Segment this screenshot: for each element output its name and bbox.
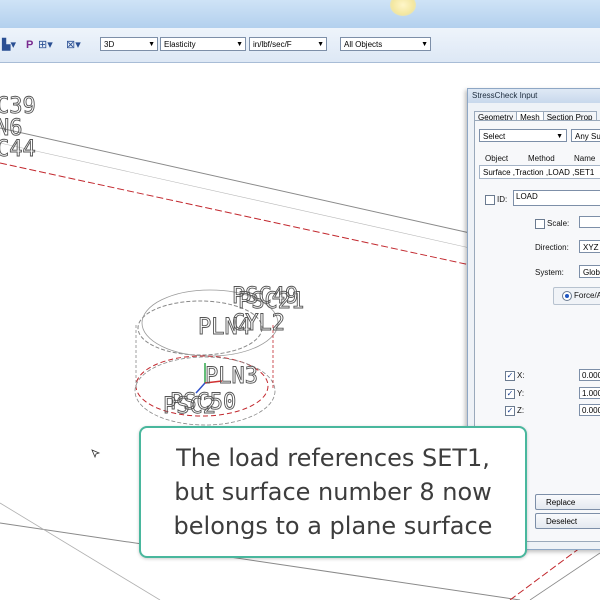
direction-label: Direction: bbox=[535, 243, 569, 252]
radio-dot-icon bbox=[565, 294, 569, 298]
force-radio-label: Force/A bbox=[574, 291, 600, 300]
system-label: System: bbox=[535, 268, 564, 277]
chart-icon[interactable]: ▙▾ bbox=[2, 39, 16, 51]
id-input[interactable]: LOAD bbox=[513, 190, 600, 206]
caption-line-3: belongs to a plane surface bbox=[173, 512, 493, 540]
toolbar: ▙▾ P ⊞▾ ⊠▾ 3D ▼ Elasticity ▼ in/lbf/sec/F ▼… bbox=[0, 28, 600, 63]
units-combo[interactable]: in/lbf/sec/F ▼ bbox=[249, 37, 327, 51]
scale-label: Scale: bbox=[547, 219, 570, 228]
filter-icon[interactable]: ⊠▾ bbox=[66, 39, 81, 51]
z-label: Z: bbox=[517, 406, 525, 415]
analysis-combo[interactable]: Elasticity ▼ bbox=[160, 37, 246, 51]
force-radio-group[interactable]: Force/A bbox=[553, 287, 600, 305]
chevron-down-icon: ▼ bbox=[148, 41, 155, 48]
z-checkbox[interactable]: ✓ bbox=[505, 406, 515, 416]
scale-checkbox[interactable] bbox=[535, 219, 545, 229]
y-label: Y: bbox=[517, 389, 525, 398]
view-combo[interactable]: 3D ▼ bbox=[100, 37, 158, 51]
analysis-combo-value: Elasticity bbox=[164, 40, 196, 49]
edge-line bbox=[0, 127, 471, 234]
select-combo[interactable]: Select ▼ bbox=[479, 129, 567, 142]
edge-line bbox=[529, 552, 600, 600]
y-checkbox[interactable]: ✓ bbox=[505, 389, 515, 399]
any-surface-combo[interactable]: Any Surf bbox=[571, 129, 600, 142]
select-combo-value: Select bbox=[483, 132, 506, 141]
dialog-title: StressCheck Input bbox=[468, 89, 600, 103]
chevron-down-icon: ▼ bbox=[236, 41, 243, 48]
mouse-cursor-icon bbox=[91, 449, 101, 459]
z-input[interactable]: 0.0000 bbox=[579, 404, 600, 416]
assignment-table-row[interactable]: Surface ,Traction ,LOAD ,SET1 bbox=[479, 165, 600, 179]
id-checkbox[interactable] bbox=[485, 195, 495, 205]
scale-input[interactable] bbox=[579, 216, 600, 228]
dialog-tabs: Geometry Mesh Section Prop bbox=[474, 107, 597, 124]
caption-box: The load references SET1, but surface nu… bbox=[139, 426, 527, 558]
caption-line-2: but surface number 8 now bbox=[174, 478, 492, 506]
label-psc50: PSC50 bbox=[170, 390, 236, 415]
label-c44: C44 bbox=[0, 137, 36, 162]
label-pln3: PLN3 bbox=[205, 364, 258, 389]
caption-line-1: The load references SET1, bbox=[176, 444, 490, 472]
deselect-button[interactable]: Deselect bbox=[535, 513, 600, 529]
header-name: Name bbox=[574, 154, 596, 163]
replace-button[interactable]: Replace bbox=[535, 494, 600, 510]
x-label: X: bbox=[517, 371, 525, 380]
edge-line bbox=[0, 142, 471, 249]
chevron-down-icon: ▼ bbox=[421, 41, 428, 48]
header-object: Object bbox=[485, 154, 509, 163]
objects-combo[interactable]: All Objects ▼ bbox=[340, 37, 431, 51]
system-combo[interactable]: Global bbox=[579, 265, 600, 278]
cursor-glow bbox=[390, 0, 416, 16]
view-combo-value: 3D bbox=[104, 40, 115, 49]
p-icon[interactable]: P bbox=[26, 39, 33, 51]
objects-combo-value: All Objects bbox=[344, 40, 383, 49]
label-cyl2: CYL2 bbox=[232, 311, 285, 336]
model-icon[interactable]: ⊞▾ bbox=[38, 39, 53, 51]
x-input[interactable]: 0.0000 bbox=[579, 369, 600, 381]
any-surface-combo-value: Any Surf bbox=[575, 132, 600, 141]
y-input[interactable]: 1.0000 bbox=[579, 387, 600, 399]
edge-line bbox=[0, 502, 161, 600]
chevron-down-icon: ▼ bbox=[556, 133, 563, 140]
direction-combo[interactable]: XYZ bbox=[579, 240, 600, 253]
chevron-down-icon: ▼ bbox=[317, 41, 324, 48]
id-label: ID: bbox=[497, 195, 508, 204]
window-titlebar bbox=[0, 0, 600, 29]
x-checkbox[interactable]: ✓ bbox=[505, 371, 515, 381]
header-method: Method bbox=[528, 154, 555, 163]
units-combo-value: in/lbf/sec/F bbox=[253, 40, 292, 49]
edge-line-dashed bbox=[0, 162, 471, 266]
force-radio[interactable] bbox=[562, 291, 572, 301]
